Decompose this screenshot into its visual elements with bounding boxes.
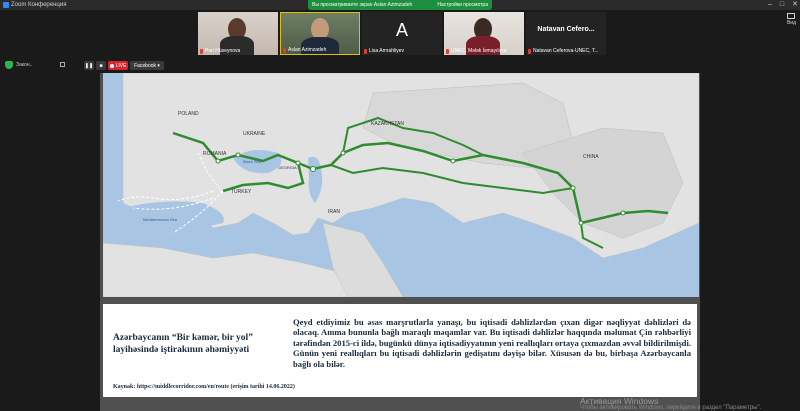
participant-name: Aslan Azimzadeh (288, 47, 327, 53)
map-svg: POLAND UKRAINE ROMANIA KAZAKHSTAN TURKEY… (103, 73, 699, 297)
map-label-kazakhstan: KAZAKHSTAN (371, 121, 404, 127)
participant-tile[interactable]: Pəri Hüseynova (198, 12, 278, 55)
windows-activation-text: Чтобы активировать Windows, перейдите в … (580, 405, 762, 411)
view-button-label: Вид (786, 20, 796, 26)
maximize-icon[interactable]: □ (780, 0, 784, 10)
slide-title: Azərbaycanın “Bir kəmər, bir yol” layihə… (113, 333, 253, 355)
security-shield-icon[interactable] (5, 61, 13, 69)
mic-muted-icon (446, 48, 449, 54)
minimize-icon[interactable]: – (768, 0, 772, 10)
share-banner-text: Вы просматриваете экран Aslan Azimzadeh (312, 2, 413, 8)
expand-icon[interactable] (60, 62, 65, 67)
live-badge[interactable]: LIVE (108, 61, 128, 70)
slide-source: Kaynak: https://middlecorridor.com/en/ro… (113, 384, 295, 390)
map-label-med-sea: Mediterranean Sea (143, 217, 178, 222)
view-button[interactable]: Вид (787, 13, 796, 26)
pause-button[interactable]: ❚❚ (84, 61, 94, 70)
slide-body: Qeyd etdiyimiz bu əsas marşrutlarla yana… (293, 317, 691, 369)
map-label-black-sea: Black Sea (243, 159, 262, 164)
map-label-poland: POLAND (178, 111, 199, 117)
mic-muted-icon (364, 48, 367, 54)
window-controls: – □ ✕ (768, 0, 798, 10)
view-grid-icon (787, 13, 796, 19)
participant-tile[interactable]: Natavan Cefero... Natavan Ceferova-UNEC,… (526, 12, 606, 55)
zoom-app-icon (3, 2, 9, 8)
window-title: Zoom Конференция (11, 2, 67, 8)
map-label-iran: IRAN (328, 209, 340, 215)
participant-name: Natavan Ceferova-UNEC, T... (533, 48, 599, 54)
shared-screen-label: Закон.. (16, 62, 33, 68)
view-settings-menu[interactable]: Настройки просмотра (437, 2, 488, 8)
participant-name: UNEC, Mələk İsmayılova (451, 48, 507, 54)
slide-text-box: Azərbaycanın “Bir kəmər, bir yol” layihə… (103, 304, 697, 397)
mic-muted-icon (283, 47, 286, 53)
map-label-romania: ROMANIA (203, 151, 227, 157)
participant-display-name: Natavan Cefero... (537, 26, 595, 33)
mic-muted-icon (200, 48, 203, 54)
participant-tile-active-speaker[interactable]: Aslan Azimzadeh (280, 12, 360, 55)
live-dot-icon (109, 63, 114, 68)
map-label-ukraine: UKRAINE (243, 131, 266, 137)
stop-button[interactable]: ■ (96, 61, 106, 70)
map-label-china: CHINA (583, 154, 599, 160)
participant-name: Lisa Amrahliyev (369, 48, 405, 54)
participant-tile[interactable]: A Lisa Amrahliyev (362, 12, 442, 55)
share-banner: Вы просматриваете экран Aslan Azimzadeh … (308, 0, 492, 10)
route-map: POLAND UKRAINE ROMANIA KAZAKHSTAN TURKEY… (103, 73, 699, 297)
map-label-georgia: GEORGIA (278, 165, 297, 170)
participant-avatar-initial: A (395, 20, 408, 40)
participant-tile[interactable]: UNEC, Mələk İsmayılova (444, 12, 524, 55)
participant-name: Pəri Hüseynova (205, 48, 241, 54)
close-icon[interactable]: ✕ (792, 0, 798, 10)
mic-muted-icon (528, 48, 531, 54)
map-label-turkey: TURKEY (231, 189, 252, 195)
facebook-stream-menu[interactable]: Facebook ▾ (130, 61, 164, 70)
